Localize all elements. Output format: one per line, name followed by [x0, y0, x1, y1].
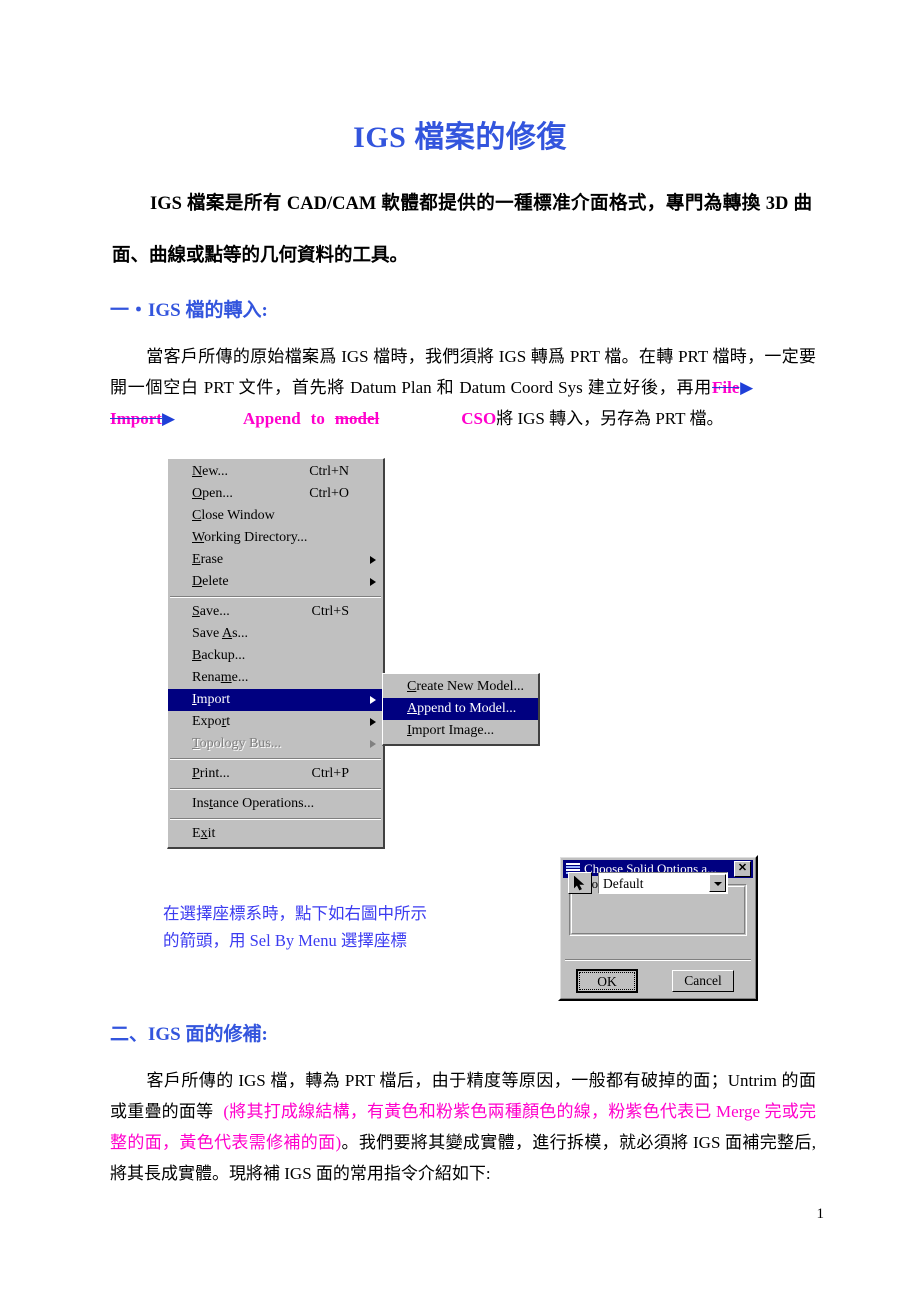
section-one-text-part2: 將 IGS 轉入，另存為 PRT 檔。: [496, 409, 724, 428]
menu-item-label: Working Directory...: [192, 530, 308, 545]
annotation-note-line-2: 的箭頭，用 Sel By Menu 選擇座標: [163, 931, 407, 950]
menu-path-cso: CSO: [461, 409, 497, 428]
menu-item-label: Close Window: [192, 508, 275, 523]
menu-item-erase[interactable]: Erase: [168, 549, 383, 571]
menu-item-print[interactable]: Print... Ctrl+P: [168, 763, 383, 785]
menu-item-accelerator: Ctrl+P: [311, 766, 349, 781]
menu-item-instance-operations[interactable]: Instance Operations...: [168, 793, 383, 815]
menu-item-label: Instance Operations...: [192, 796, 315, 811]
close-icon[interactable]: ✕: [734, 861, 751, 877]
choose-solid-options-dialog: Choose Solid Options a... ✕ Coordinate S…: [558, 855, 758, 1001]
menu-item-topology-bus: Topology Bus...: [168, 733, 383, 755]
menu-item-export[interactable]: Export: [168, 711, 383, 733]
menu-item-label: Delete: [192, 574, 229, 589]
coordinate-system-value: Default: [603, 876, 644, 891]
submenu-arrow-icon: [370, 556, 376, 564]
menu-item-label: New...: [192, 464, 229, 479]
menu-item-label: Open...: [192, 486, 233, 501]
submenu-arrow-icon: [370, 718, 376, 726]
menu-item-delete[interactable]: Delete: [168, 571, 383, 593]
menu-item-accelerator: Ctrl+S: [311, 604, 349, 619]
menu-item-import[interactable]: Import: [168, 689, 383, 711]
file-menu[interactable]: New... Ctrl+N Open... Ctrl+O Close Window Wor…: [167, 458, 385, 849]
menu-item-save-as[interactable]: Save As...: [168, 623, 383, 645]
submenu-arrow-icon: [370, 696, 376, 704]
menu-item-label: Save As...: [192, 626, 249, 641]
menu-item-label: Save...: [192, 604, 230, 619]
page-number: 1: [816, 1206, 825, 1222]
menu-item-exit[interactable]: Exit: [168, 823, 383, 845]
submenu-item-import-image[interactable]: Import Image...: [383, 720, 538, 742]
menu-path-file: File: [712, 378, 740, 397]
menu-item-label: Create New Model...: [407, 679, 525, 694]
menu-separator: [170, 818, 381, 820]
select-arrow-button[interactable]: [568, 872, 592, 894]
menu-path-to: to: [310, 409, 325, 428]
menu-item-label: Backup...: [192, 648, 246, 663]
menu-separator: [170, 758, 381, 760]
section-heading-one: 一‧IGS 檔的轉入:: [110, 300, 268, 321]
submenu-arrow-icon: [370, 578, 376, 586]
import-submenu[interactable]: Create New Model... Append to Model... Imp…: [382, 673, 540, 746]
dialog-divider: [565, 959, 751, 961]
document-page: IGS 檔案的修復 IGS 檔案是所有 CAD/CAM 軟體都提供的一種標准介面…: [0, 0, 920, 1302]
menu-item-save[interactable]: Save... Ctrl+S: [168, 601, 383, 623]
section-one-paragraph: 當客戶所傳的原始檔案爲 IGS 檔時，我們須將 IGS 轉爲 PRT 檔。在轉 …: [110, 341, 816, 434]
chevron-down-icon[interactable]: [709, 874, 726, 892]
cancel-button[interactable]: Cancel: [672, 970, 734, 992]
menu-item-label: Print...: [192, 766, 230, 781]
section-heading-two: 二、IGS 面的修補:: [110, 1024, 268, 1045]
menu-item-close-window[interactable]: Close Window: [168, 505, 383, 527]
menu-item-label: Exit: [192, 826, 216, 841]
menu-path-import: Import: [110, 409, 162, 428]
menu-path-model: model: [334, 409, 380, 428]
section-two-paragraph: 客戶所傳的 IGS 檔，轉為 PRT 檔后，由于精度等原因，一般都有破掉的面；U…: [110, 1065, 816, 1189]
menu-item-rename[interactable]: Rename...: [168, 667, 383, 689]
menu-item-label: Import Image...: [407, 723, 495, 738]
menu-item-label: Topology Bus...: [192, 736, 282, 751]
menu-item-accelerator: Ctrl+O: [309, 486, 349, 501]
menu-separator: [170, 788, 381, 790]
lead-paragraph: IGS 檔案是所有 CAD/CAM 軟體都提供的一種標准介面格式，專門為轉換 3…: [112, 194, 812, 266]
menu-item-working-directory[interactable]: Working Directory...: [168, 527, 383, 549]
ok-button[interactable]: OK: [576, 969, 638, 993]
menu-item-label: Rename...: [192, 670, 249, 685]
cursor-arrow-icon: [574, 876, 585, 891]
menu-item-open[interactable]: Open... Ctrl+O: [168, 483, 383, 505]
ok-button-label: OK: [579, 972, 635, 990]
coordinate-system-combobox[interactable]: Default: [598, 872, 728, 894]
menu-item-backup[interactable]: Backup...: [168, 645, 383, 667]
menu-item-accelerator: Ctrl+N: [309, 464, 349, 479]
menu-item-label: Erase: [192, 552, 224, 567]
menu-item-new[interactable]: New... Ctrl+N: [168, 461, 383, 483]
menu-path-arrow-2-icon: ▶: [161, 409, 176, 428]
submenu-item-append-to-model[interactable]: Append to Model...: [383, 698, 538, 720]
menu-separator: [170, 596, 381, 598]
menu-item-label: Export: [192, 714, 231, 729]
page-title: IGS 檔案的修復: [353, 121, 567, 154]
menu-item-label: Append to Model...: [407, 701, 517, 716]
menu-path-append: Append: [243, 409, 301, 428]
menu-item-label: Import: [192, 692, 231, 707]
menu-path-arrow-1-icon: ▶: [739, 378, 755, 397]
submenu-item-create-new-model[interactable]: Create New Model...: [383, 676, 538, 698]
submenu-arrow-icon: [370, 740, 376, 748]
annotation-note-line-1: 在選擇座標系時，點下如右圖中所示: [163, 904, 427, 923]
section-one-text-part1: 當客戶所傳的原始檔案爲 IGS 檔時，我們須將 IGS 轉爲 PRT 檔。在轉 …: [110, 347, 816, 397]
annotation-note: 在選擇座標系時，點下如右圖中所示 的箭頭，用 Sel By Menu 選擇座標: [163, 900, 543, 954]
